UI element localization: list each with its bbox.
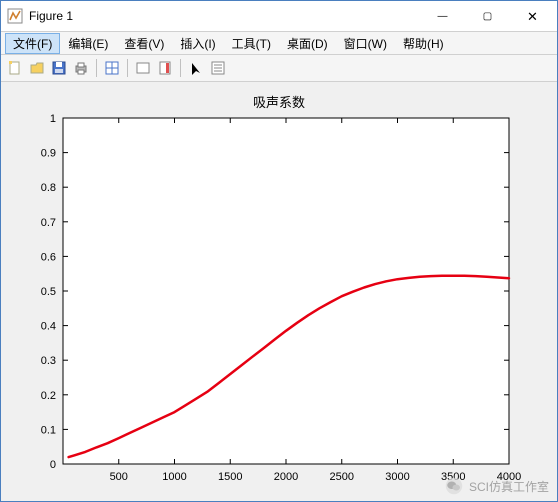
axes-properties-button[interactable]	[208, 58, 228, 78]
open-button[interactable]	[27, 58, 47, 78]
insert-colorbar-button[interactable]	[155, 58, 175, 78]
svg-text:0.4: 0.4	[41, 321, 56, 333]
menu-edit[interactable]: 编辑(E)	[60, 33, 116, 54]
data-cursor-button[interactable]	[102, 58, 122, 78]
watermark: SCI仿真工作室	[445, 477, 549, 495]
menu-tools[interactable]: 工具(T)	[224, 33, 279, 54]
svg-text:1000: 1000	[162, 471, 186, 483]
toolbar-separator	[127, 59, 128, 77]
toolbar-separator	[96, 59, 97, 77]
toolbar-separator	[180, 59, 181, 77]
watermark-text: SCI仿真工作室	[469, 478, 549, 495]
svg-text:0.2: 0.2	[41, 390, 56, 402]
new-figure-button[interactable]	[5, 58, 25, 78]
matlab-figure-icon	[7, 8, 23, 24]
svg-text:0.6: 0.6	[41, 251, 56, 263]
svg-text:500: 500	[110, 471, 128, 483]
close-button[interactable]: ✕	[510, 2, 555, 31]
svg-text:2500: 2500	[330, 471, 354, 483]
menu-view[interactable]: 查看(V)	[116, 33, 172, 54]
svg-text:2000: 2000	[274, 471, 298, 483]
menu-desktop[interactable]: 桌面(D)	[279, 33, 336, 54]
svg-text:0.5: 0.5	[41, 286, 56, 298]
print-button[interactable]	[71, 58, 91, 78]
svg-text:0.3: 0.3	[41, 355, 56, 367]
menu-window[interactable]: 窗口(W)	[336, 33, 395, 54]
menu-file[interactable]: 文件(F)	[5, 33, 60, 54]
svg-text:0.7: 0.7	[41, 217, 56, 229]
minimize-button[interactable]: —	[420, 2, 465, 31]
window-title: Figure 1	[29, 9, 73, 23]
figure-window: Figure 1 — ▢ ✕ 文件(F) 编辑(E) 查看(V) 插入(I) 工…	[0, 0, 558, 502]
save-button[interactable]	[49, 58, 69, 78]
svg-text:0.9: 0.9	[41, 148, 56, 160]
svg-text:0.8: 0.8	[41, 182, 56, 194]
svg-text:1: 1	[50, 113, 56, 125]
svg-text:1500: 1500	[218, 471, 242, 483]
edit-plot-button[interactable]	[186, 58, 206, 78]
link-axes-button[interactable]	[133, 58, 153, 78]
svg-text:0: 0	[50, 459, 56, 471]
svg-text:3000: 3000	[385, 471, 409, 483]
menu-insert[interactable]: 插入(I)	[172, 33, 223, 54]
svg-text:0.1: 0.1	[41, 424, 56, 436]
toolbar	[1, 55, 557, 82]
menubar: 文件(F) 编辑(E) 查看(V) 插入(I) 工具(T) 桌面(D) 窗口(W…	[1, 32, 557, 55]
wechat-icon	[445, 477, 463, 495]
maximize-button[interactable]: ▢	[465, 2, 510, 31]
menu-help[interactable]: 帮助(H)	[395, 33, 452, 54]
chart-axes: 500100015002000250030003500400000.10.20.…	[21, 112, 521, 492]
figure-area: 吸声系数 500100015002000250030003500400000.1…	[1, 82, 557, 501]
titlebar[interactable]: Figure 1 — ▢ ✕	[1, 1, 557, 32]
plot-container: 吸声系数 500100015002000250030003500400000.1…	[21, 92, 537, 486]
plot-title: 吸声系数	[21, 92, 537, 110]
